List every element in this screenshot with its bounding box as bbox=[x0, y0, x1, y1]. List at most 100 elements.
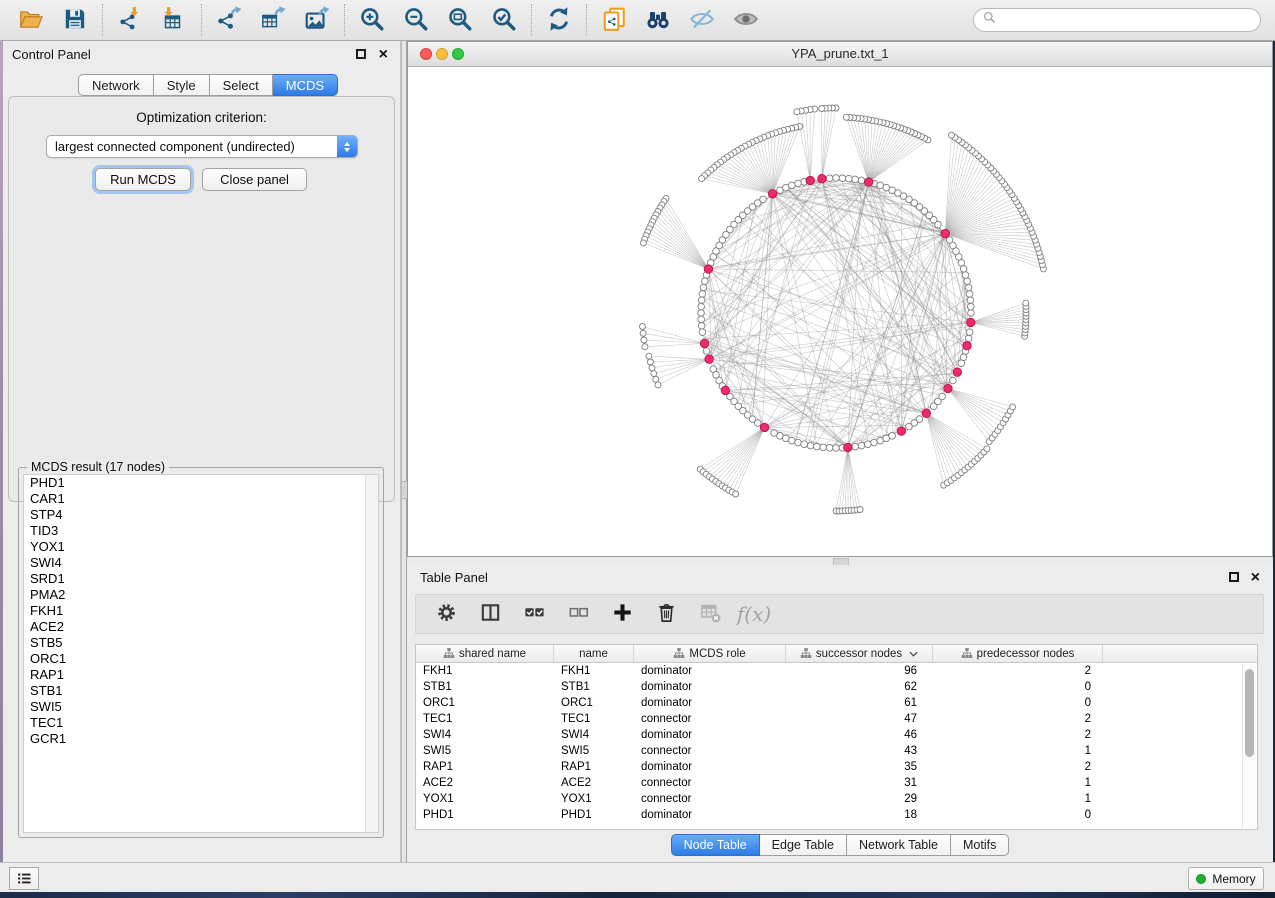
satellite-node[interactable] bbox=[655, 382, 661, 388]
mcds-result-item[interactable]: TID3 bbox=[24, 523, 378, 539]
import-table-button[interactable] bbox=[156, 3, 192, 37]
network-node[interactable] bbox=[839, 175, 846, 182]
memory-button[interactable]: Memory bbox=[1188, 867, 1264, 890]
zoom-out-button[interactable] bbox=[398, 3, 434, 37]
mcds-hub-node[interactable] bbox=[944, 384, 952, 392]
tab-style[interactable]: Style bbox=[154, 74, 210, 96]
satellite-node[interactable] bbox=[646, 353, 652, 359]
export-image-button[interactable] bbox=[299, 3, 335, 37]
network-node[interactable] bbox=[950, 377, 957, 384]
show-all-button[interactable] bbox=[728, 3, 764, 37]
network-node[interactable] bbox=[965, 335, 972, 342]
mcds-result-item[interactable]: ORC1 bbox=[24, 651, 378, 667]
network-node[interactable] bbox=[965, 284, 972, 291]
network-node[interactable] bbox=[795, 439, 802, 446]
network-node[interactable] bbox=[833, 175, 840, 182]
mcds-hub-node[interactable] bbox=[705, 355, 713, 363]
tab-motifs[interactable]: Motifs bbox=[951, 834, 1009, 856]
network-node[interactable] bbox=[699, 329, 706, 336]
column-header-name[interactable]: name bbox=[554, 645, 634, 663]
network-node[interactable] bbox=[968, 303, 975, 310]
network-node[interactable] bbox=[698, 310, 705, 317]
network-node[interactable] bbox=[820, 444, 827, 451]
optimization-criterion-select[interactable]: largest connected component (undirected) bbox=[46, 135, 358, 158]
mcds-result-item[interactable]: SWI4 bbox=[24, 555, 378, 571]
network-node[interactable] bbox=[698, 323, 705, 330]
network-node[interactable] bbox=[801, 441, 808, 448]
import-network-button[interactable] bbox=[112, 3, 148, 37]
satellite-node[interactable] bbox=[647, 359, 653, 365]
satellite-node[interactable] bbox=[1023, 300, 1029, 306]
satellite-node[interactable] bbox=[699, 176, 705, 182]
mcds-result-item[interactable]: PHD1 bbox=[24, 475, 378, 491]
table-scrollbar-thumb[interactable] bbox=[1245, 669, 1254, 757]
mcds-result-item[interactable]: STB5 bbox=[24, 635, 378, 651]
column-header-successor-nodes[interactable]: successor nodes bbox=[786, 645, 933, 663]
show-columns-button[interactable] bbox=[476, 600, 504, 628]
mcds-hub-node[interactable] bbox=[760, 423, 768, 431]
satellite-node[interactable] bbox=[640, 324, 646, 330]
create-column-button[interactable] bbox=[608, 600, 636, 628]
tab-select[interactable]: Select bbox=[210, 74, 273, 96]
search-field[interactable] bbox=[973, 8, 1261, 32]
network-node[interactable] bbox=[877, 182, 884, 189]
export-network-button[interactable] bbox=[211, 3, 247, 37]
network-node[interactable] bbox=[966, 291, 973, 298]
table-row[interactable]: TEC1TEC1connector472 bbox=[416, 711, 1257, 727]
close-panel-icon[interactable]: × bbox=[379, 48, 388, 62]
table-row[interactable]: SWI5SWI5connector431 bbox=[416, 743, 1257, 759]
mcds-hub-node[interactable] bbox=[897, 427, 905, 435]
network-node[interactable] bbox=[814, 443, 821, 450]
satellite-node[interactable] bbox=[984, 446, 990, 452]
mcds-hub-node[interactable] bbox=[768, 190, 776, 198]
zoom-fit-button[interactable] bbox=[442, 3, 478, 37]
mcds-hub-node[interactable] bbox=[922, 409, 930, 417]
zoom-selected-button[interactable] bbox=[486, 3, 522, 37]
mcds-result-item[interactable]: STP4 bbox=[24, 507, 378, 523]
result-list-scrollbar[interactable] bbox=[365, 475, 378, 832]
satellite-node[interactable] bbox=[649, 365, 655, 371]
table-row[interactable]: ACE2ACE2connector311 bbox=[416, 775, 1257, 791]
network-node[interactable] bbox=[698, 297, 705, 304]
network-node[interactable] bbox=[852, 443, 859, 450]
mcds-result-item[interactable]: PMA2 bbox=[24, 587, 378, 603]
satellite-node[interactable] bbox=[733, 491, 739, 497]
network-node[interactable] bbox=[754, 420, 761, 427]
network-node[interactable] bbox=[789, 437, 796, 444]
network-node[interactable] bbox=[962, 272, 969, 279]
satellite-node[interactable] bbox=[843, 114, 849, 120]
column-header-mcds-role[interactable]: MCDS role bbox=[634, 645, 786, 663]
satellite-node[interactable] bbox=[641, 337, 647, 343]
mcds-hub-node[interactable] bbox=[700, 339, 708, 347]
network-window-titlebar[interactable]: YPA_prune.txt_1 bbox=[408, 42, 1272, 67]
mcds-hub-node[interactable] bbox=[806, 176, 814, 184]
table-row[interactable]: RAP1RAP1dominator352 bbox=[416, 759, 1257, 775]
network-node[interactable] bbox=[807, 442, 814, 449]
network-node[interactable] bbox=[833, 445, 840, 452]
hide-selected-button[interactable] bbox=[684, 3, 720, 37]
satellite-node[interactable] bbox=[640, 240, 646, 246]
tab-network[interactable]: Network bbox=[78, 74, 154, 96]
network-node[interactable] bbox=[700, 284, 707, 291]
mcds-result-item[interactable]: RAP1 bbox=[24, 667, 378, 683]
table-row[interactable]: YOX1YOX1connector291 bbox=[416, 791, 1257, 807]
satellite-node[interactable] bbox=[949, 132, 955, 138]
network-node[interactable] bbox=[826, 445, 833, 452]
network-node[interactable] bbox=[865, 441, 872, 448]
network-node[interactable] bbox=[939, 393, 946, 400]
table-row[interactable]: PHD1PHD1dominator180 bbox=[416, 807, 1257, 823]
network-node[interactable] bbox=[960, 354, 967, 361]
network-node[interactable] bbox=[871, 439, 878, 446]
network-node[interactable] bbox=[826, 175, 833, 182]
mcds-hub-node[interactable] bbox=[844, 443, 852, 451]
satellite-node[interactable] bbox=[653, 376, 659, 382]
network-node[interactable] bbox=[699, 291, 706, 298]
network-node[interactable] bbox=[858, 442, 865, 449]
network-node[interactable] bbox=[964, 278, 971, 285]
tab-mcds[interactable]: MCDS bbox=[273, 74, 338, 96]
refresh-network-button[interactable] bbox=[541, 3, 577, 37]
network-node[interactable] bbox=[967, 297, 974, 304]
network-node[interactable] bbox=[966, 329, 973, 336]
mcds-hub-node[interactable] bbox=[865, 178, 873, 186]
tab-network-table[interactable]: Network Table bbox=[847, 834, 951, 856]
